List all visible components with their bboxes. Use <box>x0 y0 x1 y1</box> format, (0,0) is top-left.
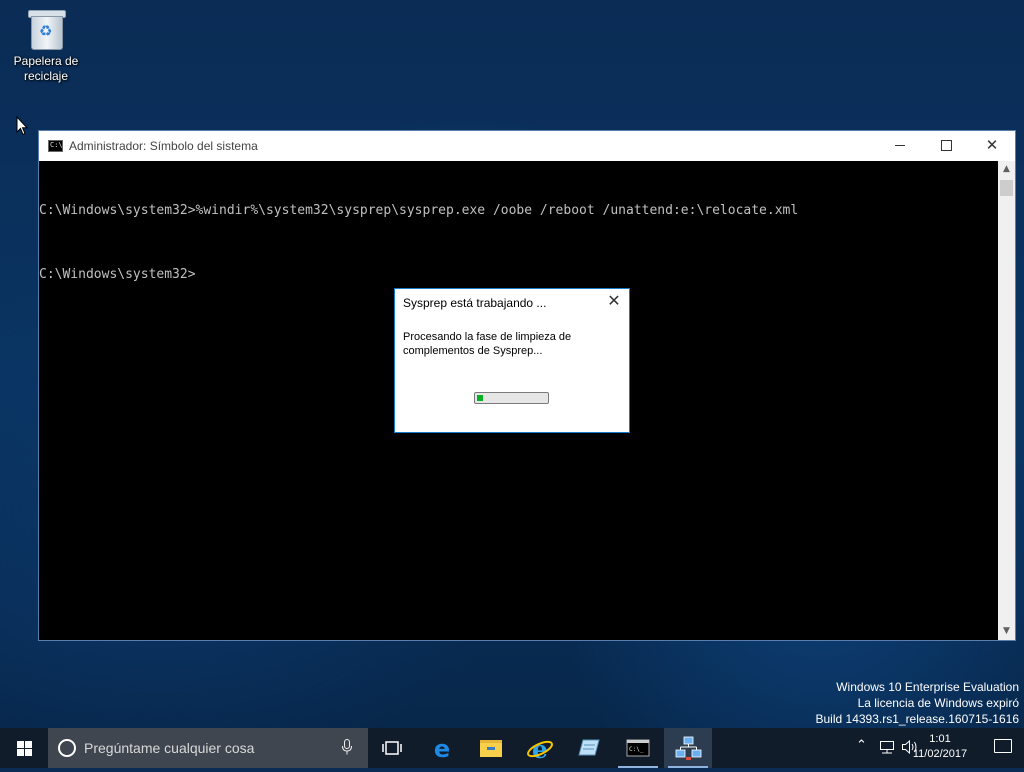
show-hidden-icons-chevron-icon[interactable]: ⌃ <box>856 738 867 753</box>
internet-explorer-taskbar-button[interactable]: e <box>516 728 564 768</box>
command-prompt-icon: C:\_ <box>626 739 650 757</box>
minimize-button[interactable] <box>877 131 923 161</box>
action-center-icon[interactable] <box>994 739 1012 753</box>
cortana-icon <box>58 739 76 757</box>
start-button[interactable] <box>0 728 48 768</box>
clock-date: 11/02/2017 <box>912 748 968 760</box>
watermark-license: La licencia de Windows expiró <box>857 696 1019 710</box>
task-view-icon <box>382 741 402 755</box>
system-tray: ⌃ 1:01 11/02/2017 <box>824 728 1024 768</box>
command-prompt-taskbar-button[interactable]: C:\_ <box>614 728 662 768</box>
taskbar: Pregúntame cualquier cosa e e C:\_ ⌃ 1:0… <box>0 728 1024 768</box>
close-button[interactable]: ✕ <box>969 131 1015 161</box>
clock-time: 1:01 <box>929 733 951 745</box>
window-titlebar[interactable]: C:\ Administrador: Símbolo del sistema ✕ <box>39 131 1015 161</box>
scroll-down-arrow-icon[interactable]: ▼ <box>998 623 1015 640</box>
progress-bar-fill <box>477 395 483 401</box>
watermark-edition: Windows 10 Enterprise Evaluation <box>836 680 1019 694</box>
svg-text:e: e <box>532 735 548 764</box>
task-view-button[interactable] <box>368 728 416 768</box>
sysprep-progress-dialog: Sysprep está trabajando ... ✕ Procesando… <box>394 288 630 433</box>
folder-icon <box>480 740 502 757</box>
edge-taskbar-button[interactable]: e <box>418 728 466 768</box>
windows-watermark: Windows 10 Enterprise Evaluation La lice… <box>816 679 1020 727</box>
notepad-taskbar-button[interactable] <box>565 728 613 768</box>
search-placeholder: Pregúntame cualquier cosa <box>84 740 255 756</box>
svg-text:C:\_: C:\_ <box>629 746 644 753</box>
dialog-message: Procesando la fase de limpieza de comple… <box>403 331 572 357</box>
maximize-button[interactable] <box>923 131 969 161</box>
microphone-icon[interactable] <box>342 739 352 755</box>
notepad-icon <box>578 739 600 756</box>
dialog-title: Sysprep está trabajando ... <box>403 296 547 310</box>
svg-text:e: e <box>434 735 450 763</box>
scrollbar-thumb[interactable] <box>1000 180 1013 196</box>
console-prompt-line: C:\Windows\system32> <box>39 267 196 282</box>
network-status-icon[interactable] <box>879 739 895 755</box>
internet-explorer-icon: e <box>527 735 553 764</box>
console-line: C:\Windows\system32>%windir%\system32\sy… <box>39 203 799 218</box>
progress-bar <box>474 392 549 404</box>
watermark-build: Build 14393.rs1_release.160715-1616 <box>815 712 1020 726</box>
recycle-bin-icon: ♻ <box>26 6 66 50</box>
network-taskbar-button[interactable] <box>664 728 712 768</box>
window-title: Administrador: Símbolo del sistema <box>69 139 258 153</box>
recycle-bin-label: Papelera de reciclaje <box>13 54 79 83</box>
console-app-icon: C:\ <box>48 140 63 152</box>
clock[interactable]: 1:01 11/02/2017 <box>908 732 972 762</box>
recycle-bin-shortcut[interactable]: ♻ Papelera de reciclaje <box>8 6 84 84</box>
edge-icon: e <box>434 735 450 763</box>
dialog-close-button[interactable]: ✕ <box>606 292 622 312</box>
search-box[interactable]: Pregúntame cualquier cosa <box>48 728 368 768</box>
vertical-scrollbar[interactable]: ▲ ▼ <box>998 161 1015 640</box>
scroll-up-arrow-icon[interactable]: ▲ <box>998 161 1015 178</box>
mouse-cursor-icon <box>16 116 28 136</box>
network-app-icon <box>675 736 702 760</box>
windows-logo-icon <box>17 741 32 756</box>
file-explorer-taskbar-button[interactable] <box>467 728 515 768</box>
